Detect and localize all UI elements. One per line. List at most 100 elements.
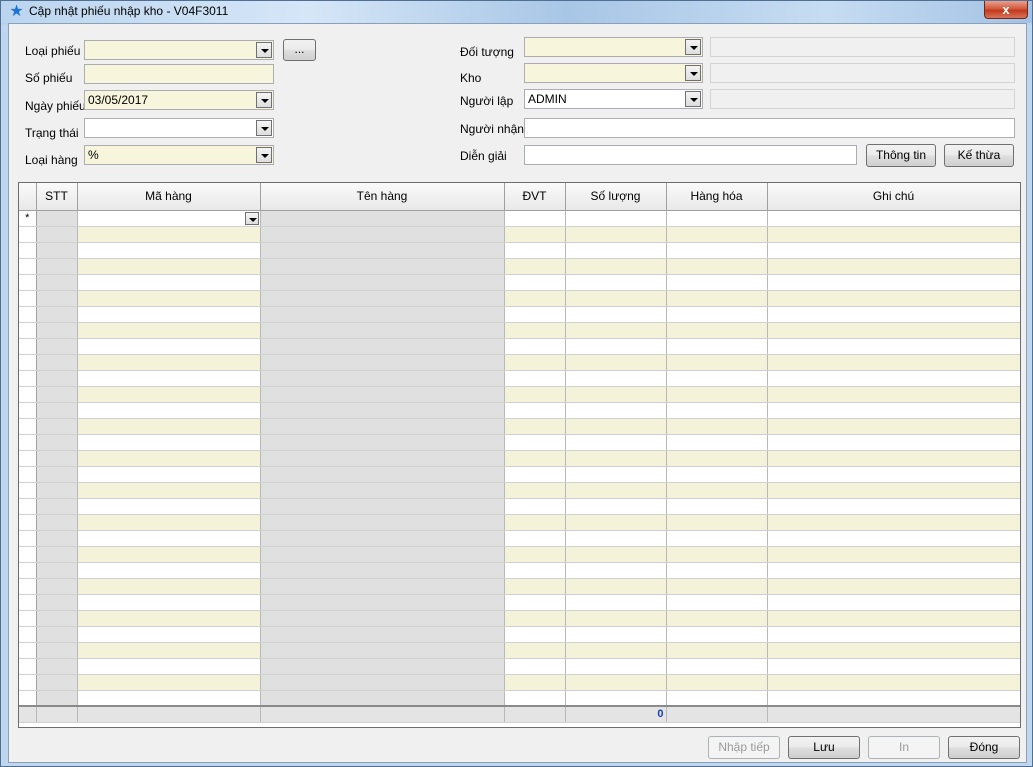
ma-hang-cell[interactable] xyxy=(77,354,261,371)
table-row[interactable] xyxy=(19,674,1020,691)
ma-hang-cell[interactable] xyxy=(77,514,261,531)
so-luong-cell[interactable] xyxy=(565,354,667,371)
dvt-cell[interactable] xyxy=(504,290,566,307)
dvt-cell[interactable] xyxy=(504,562,566,579)
so-luong-cell[interactable] xyxy=(565,370,667,387)
chevron-down-icon[interactable] xyxy=(256,147,272,163)
ngay-phieu-date-picker[interactable]: 03/05/2017 xyxy=(84,90,274,110)
hang-hoa-cell[interactable] xyxy=(666,338,768,355)
dvt-cell[interactable] xyxy=(504,674,566,691)
dvt-cell[interactable] xyxy=(504,386,566,403)
ma-hang-cell[interactable] xyxy=(77,370,261,387)
dvt-cell[interactable] xyxy=(504,466,566,483)
dvt-cell[interactable] xyxy=(504,258,566,275)
so-luong-cell[interactable] xyxy=(565,338,667,355)
table-row[interactable] xyxy=(19,482,1020,499)
nhap-tiep-button[interactable]: Nhập tiếp xyxy=(708,736,780,759)
table-row[interactable] xyxy=(19,258,1020,275)
ma-hang-cell[interactable] xyxy=(77,626,261,643)
ghi-chu-cell[interactable] xyxy=(767,322,1020,339)
ghi-chu-cell[interactable] xyxy=(767,306,1020,323)
items-grid[interactable]: STT Mã hàng Tên hàng ĐVT Số lượng Hàng h… xyxy=(18,182,1021,728)
dvt-cell[interactable] xyxy=(504,418,566,435)
hang-hoa-cell[interactable] xyxy=(666,226,768,243)
ghi-chu-cell[interactable] xyxy=(767,242,1020,259)
close-button[interactable]: x xyxy=(984,1,1028,19)
ghi-chu-cell[interactable] xyxy=(767,402,1020,419)
thong-tin-button[interactable]: Thông tin xyxy=(866,144,936,167)
hang-hoa-cell[interactable] xyxy=(666,626,768,643)
ma-hang-cell[interactable] xyxy=(77,610,261,627)
dvt-cell[interactable] xyxy=(504,610,566,627)
ma-hang-cell[interactable] xyxy=(77,386,261,403)
hang-hoa-cell[interactable] xyxy=(666,434,768,451)
hang-hoa-cell[interactable] xyxy=(666,594,768,611)
chevron-down-icon[interactable] xyxy=(256,42,272,58)
table-row[interactable] xyxy=(19,626,1020,643)
dvt-cell[interactable] xyxy=(504,370,566,387)
dvt-cell[interactable] xyxy=(504,546,566,563)
column-header-dvt[interactable]: ĐVT xyxy=(504,183,566,211)
ghi-chu-cell[interactable] xyxy=(767,658,1020,675)
so-luong-cell[interactable] xyxy=(565,466,667,483)
ghi-chu-cell[interactable] xyxy=(767,626,1020,643)
ghi-chu-cell[interactable] xyxy=(767,546,1020,563)
so-luong-cell[interactable] xyxy=(565,434,667,451)
so-luong-cell[interactable] xyxy=(565,690,667,707)
ghi-chu-cell[interactable] xyxy=(767,290,1020,307)
table-row[interactable] xyxy=(19,658,1020,675)
hang-hoa-cell[interactable] xyxy=(666,674,768,691)
ghi-chu-cell[interactable] xyxy=(767,674,1020,691)
hang-hoa-cell[interactable] xyxy=(666,690,768,707)
dvt-cell[interactable] xyxy=(504,658,566,675)
hang-hoa-cell[interactable] xyxy=(666,450,768,467)
so-luong-cell[interactable] xyxy=(565,626,667,643)
table-row[interactable] xyxy=(19,370,1020,387)
chevron-down-icon[interactable] xyxy=(685,91,701,107)
column-header-hang-hoa[interactable]: Hàng hóa xyxy=(666,183,768,211)
table-row[interactable] xyxy=(19,546,1020,563)
so-luong-cell[interactable] xyxy=(565,290,667,307)
so-luong-cell[interactable] xyxy=(565,242,667,259)
ghi-chu-cell[interactable] xyxy=(767,482,1020,499)
hang-hoa-cell[interactable] xyxy=(666,386,768,403)
dvt-cell[interactable] xyxy=(504,338,566,355)
dvt-cell[interactable] xyxy=(504,450,566,467)
ghi-chu-cell[interactable] xyxy=(767,434,1020,451)
trang-thai-combo[interactable] xyxy=(84,118,274,138)
ghi-chu-cell[interactable] xyxy=(767,274,1020,291)
loai-hang-combo[interactable]: % xyxy=(84,145,274,165)
ma-hang-cell[interactable] xyxy=(77,290,261,307)
ma-hang-cell[interactable] xyxy=(77,466,261,483)
so-luong-cell[interactable] xyxy=(565,642,667,659)
dvt-cell[interactable] xyxy=(504,242,566,259)
so-luong-cell[interactable] xyxy=(565,450,667,467)
dvt-cell[interactable] xyxy=(504,434,566,451)
table-row[interactable] xyxy=(19,386,1020,403)
ma-hang-cell[interactable] xyxy=(77,450,261,467)
hang-hoa-cell[interactable] xyxy=(666,274,768,291)
ghi-chu-cell[interactable] xyxy=(767,258,1020,275)
so-luong-cell[interactable] xyxy=(565,514,667,531)
browse-button[interactable]: ... xyxy=(283,39,316,61)
so-luong-cell[interactable] xyxy=(565,306,667,323)
hang-hoa-cell[interactable] xyxy=(666,514,768,531)
loai-phieu-combo[interactable] xyxy=(84,40,274,60)
new-row[interactable]: * xyxy=(19,210,1020,227)
table-row[interactable] xyxy=(19,354,1020,371)
hang-hoa-cell[interactable] xyxy=(666,482,768,499)
ma-hang-cell[interactable] xyxy=(77,498,261,515)
so-luong-cell[interactable] xyxy=(565,418,667,435)
ghi-chu-cell[interactable] xyxy=(767,578,1020,595)
table-row[interactable] xyxy=(19,594,1020,611)
ma-hang-cell[interactable] xyxy=(77,690,261,707)
nguoi-lap-combo[interactable]: ADMIN xyxy=(524,89,703,109)
doi-tuong-combo[interactable] xyxy=(524,37,703,57)
table-row[interactable] xyxy=(19,498,1020,515)
so-luong-cell[interactable] xyxy=(565,210,667,227)
ghi-chu-cell[interactable] xyxy=(767,386,1020,403)
column-header-stt[interactable]: STT xyxy=(36,183,78,211)
ma-hang-cell[interactable] xyxy=(77,258,261,275)
so-luong-cell[interactable] xyxy=(565,658,667,675)
ke-thua-button[interactable]: Kế thừa xyxy=(944,144,1014,167)
